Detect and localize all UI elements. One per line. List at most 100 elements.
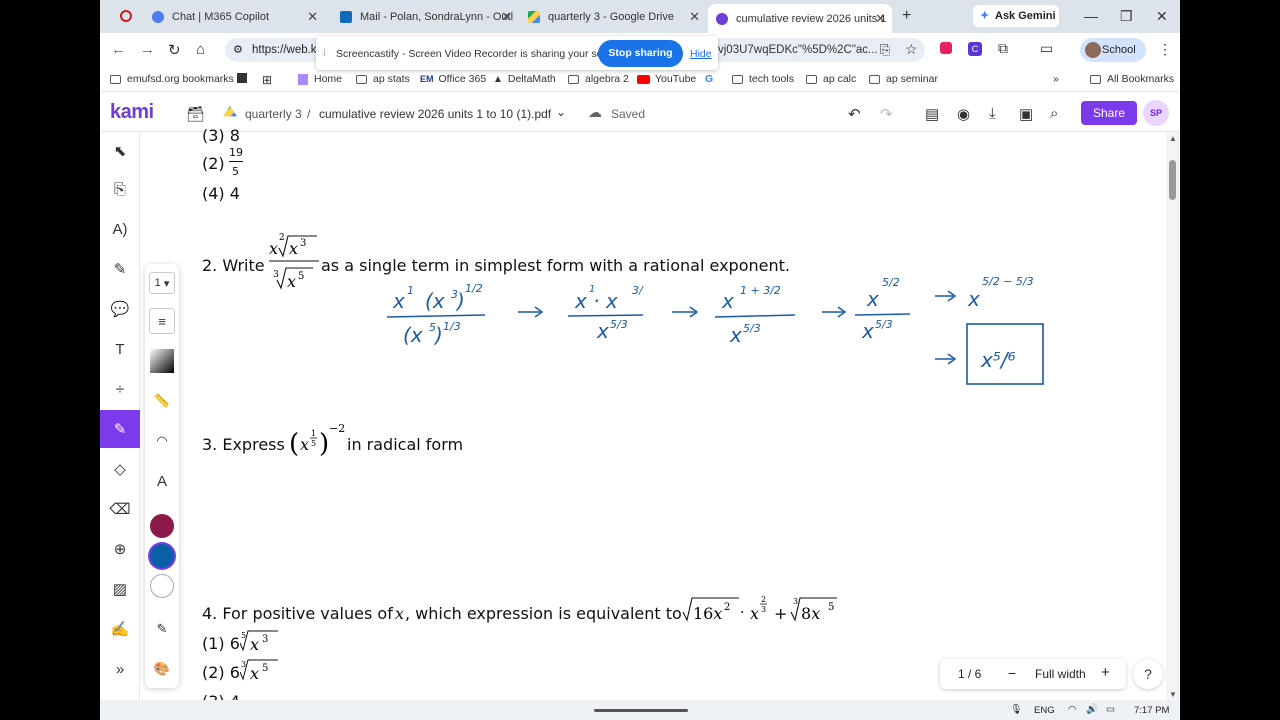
kami-extension-icon[interactable]: C bbox=[968, 42, 982, 56]
record-icon[interactable] bbox=[120, 10, 132, 22]
close-icon[interactable]: ✕ bbox=[875, 11, 886, 27]
apps-grid-icon[interactable]: ⊞ bbox=[262, 73, 272, 87]
menu-icon[interactable]: ⋮ bbox=[1158, 41, 1172, 58]
new-tab-button[interactable]: + bbox=[902, 7, 911, 25]
palette-icon[interactable]: 🎨 bbox=[145, 656, 179, 682]
tab-mail[interactable]: Mail - Polan, SondraLynn - Outl ✕ bbox=[332, 4, 518, 29]
undo-icon[interactable]: ↶ bbox=[848, 105, 861, 123]
close-icon[interactable]: ✕ bbox=[307, 9, 318, 25]
add-media-icon[interactable]: ⊕ bbox=[100, 530, 140, 568]
search-icon[interactable]: ⌕ bbox=[1050, 105, 1058, 122]
opacity-icon[interactable] bbox=[145, 348, 179, 374]
toolbox-icon[interactable]: ▣ bbox=[1019, 105, 1033, 123]
back-icon[interactable]: ← bbox=[111, 41, 126, 58]
scroll-thumb[interactable] bbox=[1169, 160, 1176, 200]
bookmark-tech-tools[interactable]: tech tools bbox=[732, 73, 794, 85]
eraser-icon[interactable]: ⌫ bbox=[100, 490, 140, 528]
bookmark-star-icon[interactable]: ☆ bbox=[905, 41, 918, 58]
breadcrumb-folder[interactable]: quarterly 3 bbox=[245, 107, 302, 121]
eyedropper-icon[interactable]: ✎ bbox=[145, 616, 179, 642]
select-tool-icon[interactable]: ⬉ bbox=[100, 132, 140, 170]
bookmark-youtube[interactable]: YouTube bbox=[637, 73, 696, 85]
scroll-up-icon[interactable]: ▲ bbox=[1169, 134, 1177, 143]
all-bookmarks[interactable]: All Bookmarks bbox=[1090, 73, 1174, 85]
pen-tool-icon[interactable]: ✎ bbox=[100, 410, 140, 448]
bookmark-algebra2[interactable]: algebra 2 bbox=[568, 73, 629, 85]
text-tool-icon[interactable]: T bbox=[100, 330, 140, 368]
archive-icon[interactable]: 🗃 bbox=[186, 105, 205, 123]
kami-logo[interactable]: kami bbox=[110, 101, 154, 124]
microphone-icon[interactable]: 🎙 bbox=[1010, 704, 1022, 715]
text-select-icon[interactable]: ⎘ bbox=[100, 170, 140, 208]
hide-banner-link[interactable]: Hide bbox=[690, 48, 712, 60]
breadcrumb-file[interactable]: cumulative review 2026 units 1 to 10 (1)… bbox=[319, 107, 551, 121]
bookmark-office365[interactable]: EM Office 365 bbox=[420, 73, 486, 85]
color-swatch-white[interactable] bbox=[145, 572, 179, 600]
pdf-page[interactable]: (3) 8 (2) 19 5 (4) 4 2. Write x 2 x 3 3 … bbox=[145, 126, 1140, 720]
extensions-puzzle-icon[interactable]: ⧉ bbox=[998, 40, 1008, 57]
line-style-icon[interactable]: ≡ bbox=[149, 308, 175, 334]
chevron-down-icon[interactable]: ⌄ bbox=[556, 105, 566, 119]
restore-button[interactable]: ❐ bbox=[1120, 8, 1133, 25]
close-icon[interactable]: ✕ bbox=[689, 9, 700, 25]
vertical-scrollbar[interactable]: ▲ ▼ bbox=[1166, 132, 1180, 702]
download-icon[interactable]: ⤓ bbox=[989, 105, 996, 122]
ruler-icon[interactable]: 📏 bbox=[145, 388, 179, 414]
tab-drive[interactable]: quarterly 3 - Google Drive ✕ bbox=[520, 4, 706, 29]
minimize-button[interactable]: — bbox=[1084, 8, 1098, 24]
equation-icon[interactable]: ÷ bbox=[100, 370, 140, 408]
close-icon[interactable]: ✕ bbox=[501, 9, 512, 25]
redo-icon[interactable]: ↷ bbox=[880, 105, 893, 123]
more-bookmarks-icon[interactable]: » bbox=[1053, 73, 1059, 85]
highlighter-icon[interactable]: ✎ bbox=[100, 250, 140, 288]
install-icon[interactable]: ⎘ bbox=[880, 42, 890, 58]
help-button[interactable]: ? bbox=[1133, 659, 1163, 689]
drag-handle-icon[interactable]: ⁞ bbox=[323, 47, 326, 59]
language-indicator[interactable]: ENG bbox=[1034, 705, 1055, 716]
cast-icon[interactable]: ▭ bbox=[1040, 40, 1053, 57]
signature-icon[interactable]: ✍ bbox=[100, 610, 140, 648]
zoom-out-button[interactable]: − bbox=[1008, 665, 1016, 681]
expand-icon[interactable]: » bbox=[100, 650, 140, 688]
shapes-icon[interactable]: ◇ bbox=[100, 450, 140, 488]
zoom-select[interactable]: Full width bbox=[1035, 667, 1086, 681]
bookmark-ap-stats[interactable]: ap stats bbox=[356, 73, 410, 85]
read-aloud-icon[interactable]: A) bbox=[100, 210, 140, 248]
battery-icon[interactable]: ▭ bbox=[1106, 704, 1115, 715]
compass-icon[interactable]: A bbox=[145, 468, 179, 494]
stop-sharing-button[interactable]: Stop sharing bbox=[598, 40, 683, 67]
bookmark-ap-seminar[interactable]: ap seminar bbox=[869, 73, 938, 85]
reload-icon[interactable]: ↻ bbox=[168, 41, 181, 59]
bookmark-emufsd[interactable]: emufsd.org bookmarks bbox=[110, 73, 234, 85]
protractor-icon[interactable]: ◠ bbox=[145, 428, 179, 454]
bookmark-square[interactable] bbox=[237, 73, 247, 83]
page-indicator[interactable]: 1 / 6 bbox=[958, 667, 981, 681]
bookmark-deltamath[interactable]: ▲ DeltaMath bbox=[493, 73, 556, 85]
scroll-down-icon[interactable]: ▼ bbox=[1169, 690, 1177, 699]
share-button[interactable]: Share bbox=[1081, 101, 1137, 125]
comment-icon[interactable]: 💬 bbox=[100, 290, 140, 328]
tab-kami[interactable]: cumulative review 2026 units 1 ✕ bbox=[708, 4, 892, 33]
user-avatar[interactable]: SP bbox=[1143, 100, 1169, 126]
volume-icon[interactable]: 🔊 bbox=[1086, 704, 1098, 715]
google-icon[interactable]: G bbox=[705, 73, 713, 85]
image-icon[interactable]: ▨ bbox=[100, 570, 140, 608]
close-window-button[interactable]: ✕ bbox=[1156, 8, 1168, 25]
stroke-size-select[interactable]: 1 ▾ bbox=[149, 272, 175, 294]
profile-chip[interactable]: School bbox=[1080, 38, 1146, 62]
home-icon[interactable]: ⌂ bbox=[196, 41, 205, 58]
wifi-icon[interactable]: ◠ bbox=[1068, 704, 1076, 715]
taskbar-handle[interactable] bbox=[594, 709, 688, 712]
document-icon[interactable]: ▤ bbox=[925, 105, 939, 123]
forward-icon[interactable]: → bbox=[140, 41, 155, 58]
ask-gemini-button[interactable]: ✦ Ask Gemini bbox=[973, 5, 1059, 27]
eye-icon[interactable]: ◉ bbox=[957, 105, 970, 123]
color-swatch-maroon[interactable] bbox=[145, 512, 179, 540]
extension-icon[interactable] bbox=[940, 42, 952, 54]
site-info-icon[interactable]: ⚙ bbox=[233, 43, 243, 56]
color-swatch-blue[interactable] bbox=[145, 542, 179, 570]
zoom-in-button[interactable]: + bbox=[1101, 664, 1110, 681]
tab-copilot[interactable]: Chat | M365 Copilot ✕ bbox=[144, 4, 324, 29]
clock[interactable]: 7:17 PM bbox=[1134, 705, 1169, 716]
bookmark-home[interactable]: Home bbox=[298, 73, 342, 85]
